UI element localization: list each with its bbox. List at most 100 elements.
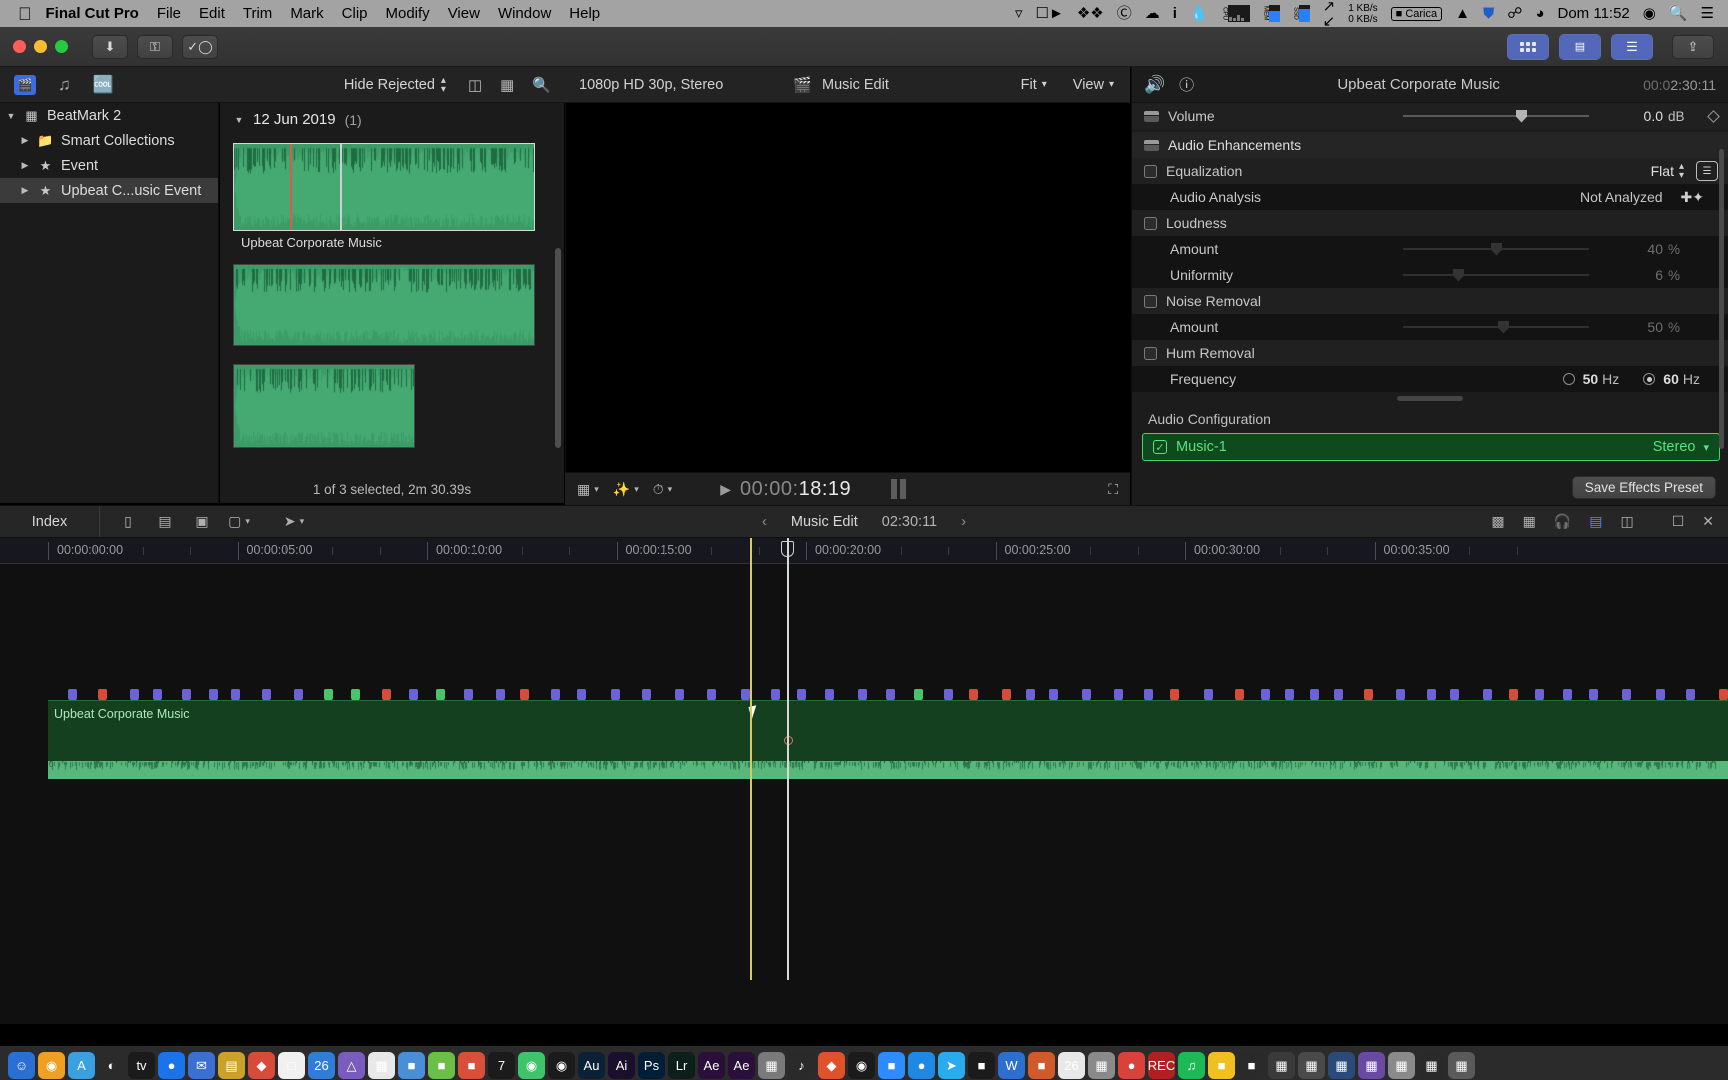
close-window-button[interactable] — [13, 40, 26, 53]
lightroom-icon[interactable]: Lr — [668, 1052, 695, 1079]
music-1-checkbox[interactable]: ✓ — [1153, 440, 1167, 454]
music-1-mode[interactable]: Stereo — [1653, 439, 1696, 455]
menu-item-window[interactable]: Window — [498, 5, 551, 22]
onedrive-icon[interactable]: ☁ — [1145, 6, 1160, 21]
app-icon[interactable]: ◆ — [248, 1052, 275, 1079]
window-traffic-lights[interactable] — [13, 40, 68, 53]
app-icon[interactable]: 7 — [488, 1052, 515, 1079]
loudness-checkbox[interactable] — [1144, 216, 1157, 230]
network-arrows-icon[interactable]: ↗ ↙ — [1323, 0, 1336, 29]
app-icon[interactable]: A — [68, 1052, 95, 1079]
word-icon[interactable]: W — [998, 1052, 1025, 1079]
memory-meter-icon[interactable]: MEM — [1263, 5, 1280, 22]
control-center-icon[interactable]: ☰ — [1701, 6, 1714, 21]
viewer-fit-popup[interactable]: Fit ▾ — [1021, 77, 1047, 93]
titles-text-icon[interactable]: 🆒 — [93, 75, 114, 95]
headphones-icon[interactable]: 🎧 — [1554, 513, 1571, 530]
telegram-icon[interactable]: ➤ — [938, 1052, 965, 1079]
numbers-icon[interactable]: ■ — [398, 1052, 425, 1079]
app-icon[interactable]: ◉ — [848, 1052, 875, 1079]
timeline-index-panel-icon[interactable]: ▤ — [1589, 513, 1602, 530]
inspector-row-loudness-amount[interactable]: Amount 40 % — [1132, 236, 1728, 262]
bluetooth-icon[interactable]: ☍ — [1507, 6, 1522, 21]
speed-gauge-popup[interactable]: ⏱ ▾ — [653, 481, 672, 498]
equalizer-window-button[interactable]: ☰ — [1696, 161, 1718, 181]
loudness-amount-slider[interactable] — [1403, 242, 1589, 256]
skype-icon[interactable]: ● — [908, 1052, 935, 1079]
app-icon[interactable]: ▦ — [1388, 1052, 1415, 1079]
inspector-scrollbar[interactable] — [1719, 149, 1724, 449]
disclosure-triangle-icon[interactable]: ▼ — [234, 115, 244, 125]
screenshot-icon[interactable]: ▿ — [1015, 6, 1023, 21]
launchpad-icon[interactable]: ◉ — [38, 1052, 65, 1079]
connect-popup[interactable]: ▢ ▾ — [228, 513, 250, 530]
layout-segmented-control[interactable] — [1507, 33, 1549, 60]
keyframe-diamond-icon[interactable] — [1707, 109, 1720, 123]
browser-clip-2[interactable] — [233, 264, 564, 346]
timeline-playhead[interactable] — [750, 538, 752, 980]
app-icon[interactable]: ◉ — [548, 1052, 575, 1079]
equalization-popup[interactable]: Flat ▴ ▾ — [1651, 162, 1684, 181]
radio-60hz[interactable] — [1643, 373, 1656, 385]
close-panel-icon[interactable]: ✕ — [1702, 513, 1714, 530]
app-icon[interactable]: △ — [338, 1052, 365, 1079]
browser-grid-toggle[interactable] — [1508, 34, 1548, 59]
timeline-keyframe-marker[interactable] — [784, 736, 793, 745]
music-icon[interactable]: ♪ — [788, 1052, 815, 1079]
audio-meters-icon[interactable]: ▩ — [1491, 513, 1504, 530]
audition-icon[interactable]: Au — [578, 1052, 605, 1079]
equalization-checkbox[interactable] — [1144, 164, 1157, 178]
share-button[interactable]: ⇪ — [1672, 34, 1714, 59]
siri-icon[interactable]: ◉ — [1643, 6, 1656, 21]
app-icon[interactable]: ■ — [1238, 1052, 1265, 1079]
menu-item-clip[interactable]: Clip — [342, 5, 368, 22]
noise-removal-checkbox[interactable] — [1144, 294, 1157, 308]
import-media-button[interactable]: ⬇ — [92, 34, 128, 59]
record-icon[interactable]: REC — [1148, 1052, 1175, 1079]
app-icon[interactable]: ■ — [458, 1052, 485, 1079]
chevron-left-icon[interactable]: ‹ — [762, 513, 767, 530]
illustrator-icon[interactable]: Ai — [608, 1052, 635, 1079]
calendar-icon[interactable]: 26 — [308, 1052, 335, 1079]
disclosure-triangle-icon[interactable]: ▼ — [6, 111, 16, 121]
sidebar-item-event[interactable]: ▶ ★ Event — [0, 153, 218, 178]
app-icon[interactable]: ■ — [1208, 1052, 1235, 1079]
battery-carica-status[interactable]: ■ Carica — [1390, 6, 1443, 21]
menu-item-modify[interactable]: Modify — [386, 5, 430, 22]
browser-clip-3-thumb[interactable] — [233, 364, 415, 448]
app-icon[interactable]: □ — [278, 1052, 305, 1079]
noise-amount-slider[interactable] — [1403, 320, 1589, 334]
zoom-icon[interactable]: ■ — [878, 1052, 905, 1079]
menu-app-name[interactable]: Final Cut Pro — [46, 5, 139, 22]
append-icon[interactable]: ▯ — [118, 513, 138, 530]
audio-speaker-icon[interactable]: 🔊 — [1144, 75, 1165, 95]
app-icon[interactable]: ■ — [968, 1052, 995, 1079]
chrome-icon[interactable]: ● — [158, 1052, 185, 1079]
aftereffects-icon[interactable]: Ae — [728, 1052, 755, 1079]
timeline-ruler[interactable]: 00:00:00:00 00:00:05:00 00:00:10:00 00:00:1… — [0, 538, 1728, 564]
app-icon[interactable]: ◉ — [518, 1052, 545, 1079]
mixer-icon[interactable]: ▦ — [1523, 513, 1536, 530]
insert-icon[interactable]: ▤ — [155, 513, 175, 530]
excel-icon[interactable]: ■ — [428, 1052, 455, 1079]
browser-clip-1-thumb[interactable] — [233, 143, 535, 231]
inspector-row-volume[interactable]: Volume 0.0 dB — [1132, 103, 1728, 129]
inspector-row-audio-enhancements[interactable]: Audio Enhancements — [1132, 132, 1728, 158]
volume-slider[interactable] — [1403, 109, 1589, 123]
sidebar-item-upbeat-corporate-music-event[interactable]: ▶ ★ Upbeat C...usic Event — [0, 178, 218, 203]
browser-clip-2-thumb[interactable] — [233, 264, 535, 346]
apple-logo-icon[interactable]:  — [18, 5, 32, 23]
menu-item-edit[interactable]: Edit — [199, 5, 225, 22]
notes-icon[interactable]: ▤ — [218, 1052, 245, 1079]
hum-removal-checkbox[interactable] — [1144, 346, 1157, 360]
ssd-meter-icon[interactable]: SSD — [1293, 5, 1310, 22]
viewer-layout-toggle[interactable]: ▤ — [1559, 33, 1601, 60]
appletv-icon[interactable]: tv — [128, 1052, 155, 1079]
spotlight-search-icon[interactable]: 🔍 — [1669, 6, 1688, 21]
frequency-50hz-option[interactable]: 50 Hz — [1562, 371, 1619, 387]
app-icon[interactable]: ▦ — [758, 1052, 785, 1079]
settings-icon[interactable]: ◐ — [98, 1052, 125, 1079]
app-icon[interactable]: ▦ — [1358, 1052, 1385, 1079]
facetime-icon[interactable]: ☐► — [1036, 6, 1064, 21]
inspector-row-frequency[interactable]: Frequency 50 Hz 60 Hz — [1132, 366, 1728, 392]
